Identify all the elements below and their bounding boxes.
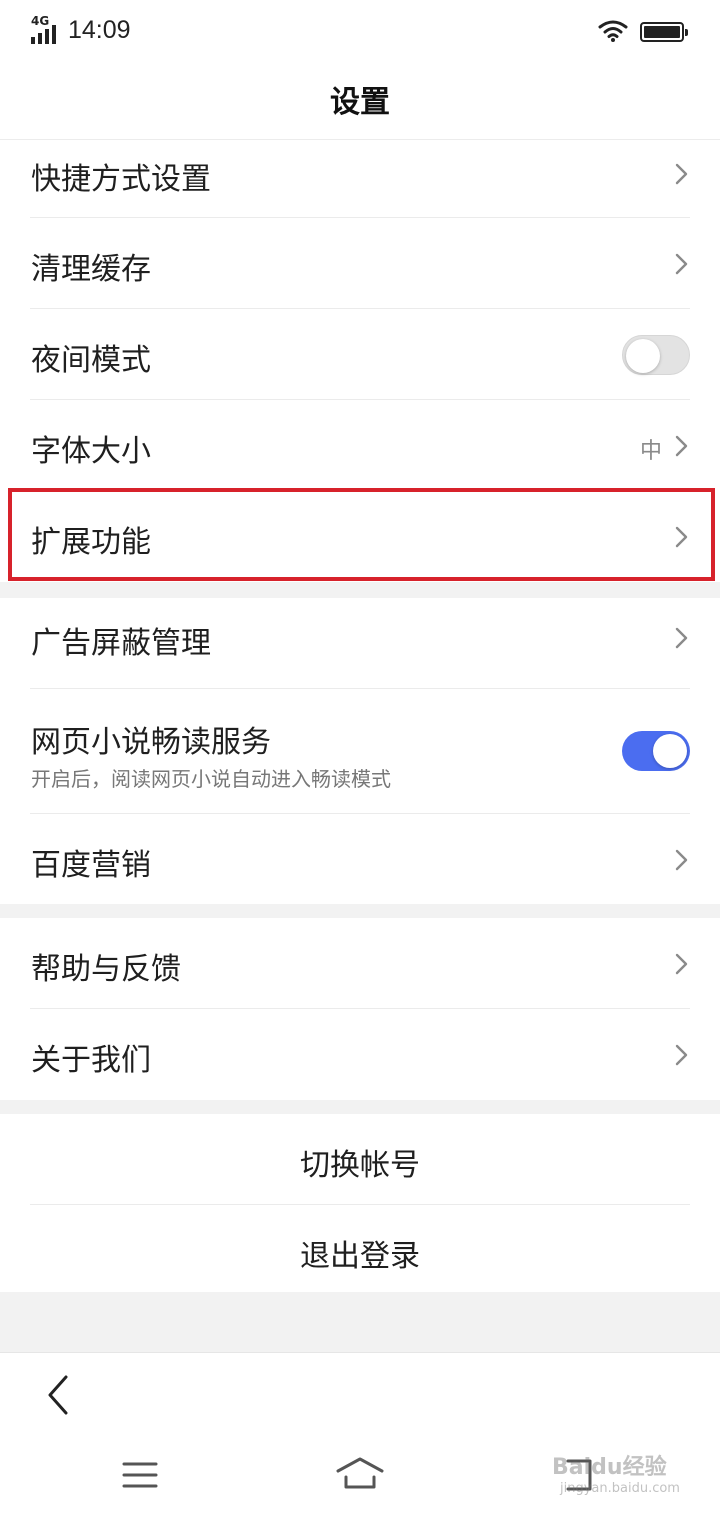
settings-item-label: 网页小说畅读服务 <box>31 725 271 760</box>
section-gap <box>0 582 720 598</box>
settings-item-shortcut[interactable]: 快捷方式设置 <box>0 140 720 218</box>
network-type: 4G <box>31 14 50 28</box>
settings-item-label: 清理缓存 <box>31 252 151 287</box>
logout-button[interactable]: 退出登录 <box>0 1205 720 1296</box>
night-mode-toggle[interactable] <box>622 335 690 375</box>
settings-item-font-size[interactable]: 字体大小 中 <box>0 400 720 491</box>
switch-account-label: 切换帐号 <box>300 1148 420 1183</box>
chevron-right-icon <box>674 434 690 458</box>
back-arrow-icon[interactable] <box>44 1373 74 1417</box>
section-gap <box>0 904 720 918</box>
settings-item-night-mode: 夜间模式 <box>0 309 720 400</box>
settings-item-baidu-marketing[interactable]: 百度营销 <box>0 814 720 904</box>
chevron-right-icon <box>674 848 690 872</box>
settings-item-label: 快捷方式设置 <box>31 162 211 197</box>
switch-account-button[interactable]: 切换帐号 <box>0 1114 720 1205</box>
section-gap <box>0 1100 720 1114</box>
settings-item-extensions[interactable]: 扩展功能 <box>0 491 720 582</box>
settings-item-ad-block[interactable]: 广告屏蔽管理 <box>0 598 720 689</box>
status-bar: 4G 14:09 <box>0 0 720 66</box>
settings-item-about-us[interactable]: 关于我们 <box>0 1009 720 1100</box>
novel-reading-toggle[interactable] <box>622 731 690 771</box>
chevron-right-icon <box>674 252 690 276</box>
settings-item-subtitle: 开启后，阅读网页小说自动进入畅读模式 <box>31 767 391 791</box>
bottom-toolbar: Baidu经验 jingyan.baidu.com <box>0 1352 720 1520</box>
settings-list: 快捷方式设置 清理缓存 夜间模式 字体大小 中 扩展功能 广告屏蔽管理 网页小说… <box>0 140 720 1296</box>
toggle-knob <box>626 339 660 373</box>
watermark-url: jingyan.baidu.com <box>560 1481 680 1496</box>
settings-item-label: 字体大小 <box>31 434 151 469</box>
settings-item-label: 广告屏蔽管理 <box>31 626 211 661</box>
settings-item-clear-cache[interactable]: 清理缓存 <box>0 218 720 309</box>
settings-item-label: 关于我们 <box>31 1043 151 1078</box>
chevron-right-icon <box>674 162 690 186</box>
watermark-brand: Baidu经验 <box>552 1455 667 1480</box>
chevron-right-icon <box>674 1043 690 1067</box>
settings-item-novel-reading: 网页小说畅读服务 开启后，阅读网页小说自动进入畅读模式 <box>0 689 720 814</box>
settings-item-label: 百度营销 <box>31 848 151 883</box>
battery-icon <box>640 22 688 42</box>
signal-icon: 4G <box>31 14 61 44</box>
font-size-value: 中 <box>639 439 662 464</box>
page-title: 设置 <box>0 66 720 140</box>
settings-item-help-feedback[interactable]: 帮助与反馈 <box>0 918 720 1009</box>
wifi-icon <box>598 20 628 42</box>
chevron-right-icon <box>674 525 690 549</box>
home-icon[interactable] <box>334 1455 386 1491</box>
toggle-knob <box>653 734 687 768</box>
menu-icon[interactable] <box>122 1461 158 1489</box>
bottom-spacer <box>0 1292 720 1352</box>
chevron-right-icon <box>674 626 690 650</box>
clock: 14:09 <box>68 16 131 44</box>
settings-item-label: 夜间模式 <box>31 343 151 378</box>
chevron-right-icon <box>674 952 690 976</box>
settings-item-label: 扩展功能 <box>31 525 151 560</box>
settings-item-label: 帮助与反馈 <box>31 952 181 987</box>
logout-label: 退出登录 <box>300 1239 420 1274</box>
